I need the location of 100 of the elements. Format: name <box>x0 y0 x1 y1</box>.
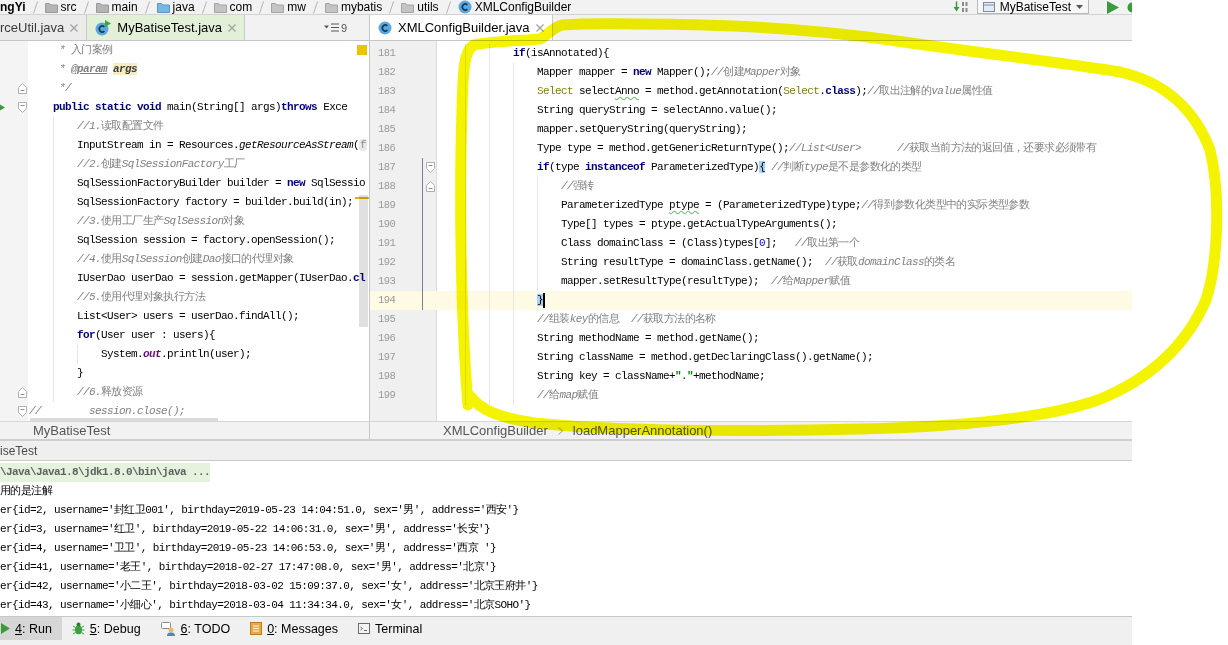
caret-icon <box>1076 4 1083 9</box>
breadcrumb-item[interactable]: loadMapperAnnotation() <box>572 423 713 438</box>
code-line: //5.使用代理对象执行方法 <box>76 291 206 304</box>
line-number: 189 <box>378 199 396 212</box>
code-line: if(isAnnotated){ <box>512 47 610 60</box>
warning-marker-icon <box>357 45 367 55</box>
code-line: //给map赋值 <box>536 389 599 402</box>
editor-tab[interactable]: MyBatiseTest.java <box>87 15 246 40</box>
breadcrumb-item[interactable]: MyBatiseTest <box>33 423 111 438</box>
fold-icon[interactable] <box>18 406 27 417</box>
code-line: * @param args <box>58 63 138 76</box>
console-line: er{id=41, username='老王', birthday=2018-02-27 17:47:08.0, sex='男', address='北京'} <box>0 560 497 575</box>
code-line: ParameterizedType ptype = (ParameterizedType)type;//得到参数化类型中的实际类型参数 <box>560 199 1030 212</box>
person-icon <box>160 621 176 636</box>
tool-window-button[interactable]: 5: Debug <box>61 617 151 640</box>
code-line: mapper.setQueryString(queryString); <box>536 123 748 136</box>
tool-window-button[interactable]: Terminal <box>348 617 433 640</box>
breadcrumb-item[interactable]: XMLConfigBuilder <box>457 0 572 14</box>
code-line: String key = className+"."+methodName; <box>536 370 766 383</box>
line-number: 194 <box>378 294 396 307</box>
console-line: er{id=42, username='小二王', birthday=2018-03-02 15:09:37.0, sex='女', address='北京王府井'} <box>0 579 538 594</box>
code-line: List<User> users = userDao.findAll(); <box>76 310 300 323</box>
tool-window-button[interactable]: 4: Run <box>0 617 62 640</box>
code-line: Class domainClass = (Class)types[0]; //取出第一个 <box>560 237 860 250</box>
code-line: */ <box>58 82 72 95</box>
breadcrumb-item[interactable]: com <box>213 0 253 14</box>
line-number: 193 <box>378 275 396 288</box>
run-icon[interactable] <box>1107 0 1119 14</box>
code-line: * 入门案例 <box>58 44 113 57</box>
code-line: //强转 <box>560 180 594 193</box>
code-line: SqlSessionFactory factory = builder.build(in); <box>76 196 354 209</box>
code-line: String className = method.getDeclaringClass().getName(); <box>536 351 874 364</box>
breadcrumb-item[interactable]: XMLConfigBuilder <box>443 423 548 438</box>
run-configuration-dropdown[interactable]: MyBatiseTest <box>976 0 1089 14</box>
separator-icon <box>445 0 451 14</box>
tab-list-button[interactable]: 9 <box>321 15 349 40</box>
code-line: mapper.setResultType(resultType); //给Mapper赋值 <box>560 275 851 288</box>
line-number: 182 <box>378 66 396 79</box>
editor-tab[interactable]: rceUtil.java <box>0 15 88 40</box>
breadcrumb-item[interactable]: src <box>44 0 77 14</box>
separator-icon <box>389 0 395 14</box>
line-number: 196 <box>378 332 396 345</box>
message-list-icon <box>250 622 263 635</box>
code-line: // session.close(); <box>29 405 186 418</box>
folder-icon <box>324 1 338 13</box>
class-icon <box>378 20 392 35</box>
run-icon[interactable] <box>0 103 5 112</box>
close-icon[interactable] <box>70 23 79 32</box>
code-line: for(User user : users){ <box>76 329 216 342</box>
close-icon[interactable] <box>535 23 544 32</box>
line-number: 198 <box>378 370 396 383</box>
code-line: InputStream in = Resources.getResourceAsStream(f <box>76 139 368 152</box>
separator-icon <box>259 0 265 14</box>
line-number: 183 <box>378 85 396 98</box>
line-number: 186 <box>378 142 396 155</box>
breadcrumb-item[interactable]: mw <box>271 0 306 14</box>
folder-icon <box>213 1 227 13</box>
tool-window-button[interactable]: 6: TODO <box>150 617 241 640</box>
arrow-down-icon[interactable] <box>952 1 969 13</box>
close-icon[interactable] <box>228 23 237 32</box>
fold-icon[interactable] <box>18 83 27 94</box>
code-line: SqlSessionFactoryBuilder builder = new SqlSessio <box>76 177 366 190</box>
code-line: Mapper mapper = new Mapper();//创建Mapper对象 <box>536 66 801 79</box>
line-number: 190 <box>378 218 396 231</box>
fold-icon[interactable] <box>18 387 27 398</box>
code-line: String resultType = domainClass.getName(); //获取domainClass的类名 <box>560 256 956 269</box>
fold-icon[interactable] <box>425 181 435 192</box>
debug-icon[interactable] <box>1127 1 1132 13</box>
run-icon <box>1 623 10 634</box>
code-line: //6.释放资源 <box>76 386 143 399</box>
breadcrumb-item[interactable]: ngYi <box>0 0 26 14</box>
editor-tab[interactable]: XMLConfigBuilder.java <box>370 15 553 40</box>
line-number: 191 <box>378 237 396 250</box>
code-line: //4.使用SqlSession创建Dao接口的代理对象 <box>76 253 294 266</box>
separator-icon <box>144 0 150 14</box>
line-number: 187 <box>378 161 396 174</box>
console-line: er{id=43, username='小细心', birthday=2018-03-04 11:34:34.0, sex='女', address='北京SOHO'} <box>0 598 531 613</box>
line-number: 197 <box>378 351 396 364</box>
separator-icon <box>201 0 207 14</box>
line-number: 181 <box>378 47 396 60</box>
line-number: 199 <box>378 389 396 402</box>
code-line: String methodName = method.getName(); <box>536 332 760 345</box>
line-number: 195 <box>378 313 396 326</box>
breadcrumb-item[interactable]: main <box>95 0 138 14</box>
fold-icon[interactable] <box>425 162 435 173</box>
fold-icon[interactable] <box>18 102 27 113</box>
folder-icon <box>95 1 109 13</box>
code-line: SqlSession session = factory.openSession(); <box>76 234 336 247</box>
breadcrumb-item[interactable]: mybatis <box>324 0 383 14</box>
tool-window-button[interactable]: 0: Messages <box>240 617 348 640</box>
line-number: 192 <box>378 256 396 269</box>
warning-stripe-icon <box>355 197 369 199</box>
bug-icon <box>71 622 85 635</box>
separator-icon <box>312 0 318 14</box>
separator-icon <box>83 0 89 14</box>
code-line: } <box>441 294 546 307</box>
breadcrumb-item[interactable]: utils <box>401 0 439 14</box>
breadcrumb-item[interactable]: java <box>156 0 195 14</box>
terminal-icon <box>358 623 370 634</box>
class-icon <box>457 0 472 14</box>
